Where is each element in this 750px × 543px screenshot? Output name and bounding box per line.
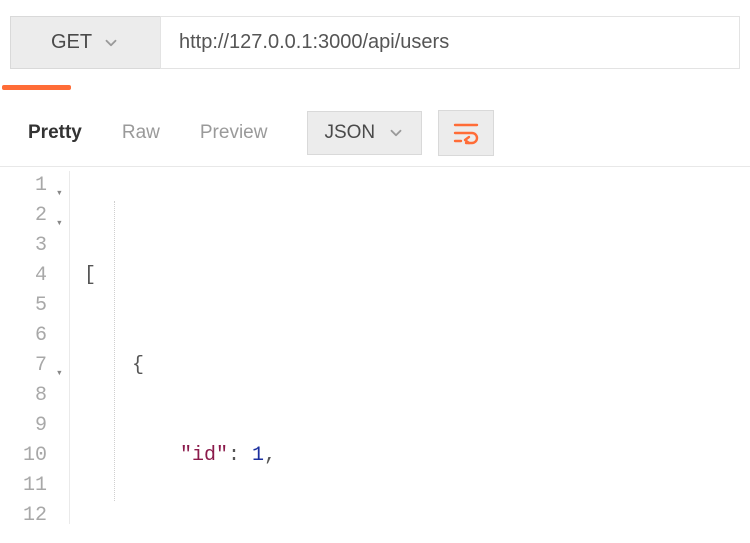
wrap-lines-button[interactable]: [438, 110, 494, 156]
tab-pretty[interactable]: Pretty: [10, 112, 100, 154]
code-content: [ { "id": 1, "name": "小明", "age": 18 }, …: [70, 171, 750, 524]
response-body-viewer[interactable]: 1 2 3 4 5 6 7 8 9 10 11 12 [ { "id": 1, …: [0, 167, 750, 524]
format-dropdown-label: JSON: [324, 122, 375, 144]
gutter-line: 7: [0, 351, 63, 381]
gutter-line: 5: [0, 291, 63, 321]
wrap-icon: [452, 120, 480, 146]
gutter-line: 8: [0, 381, 63, 411]
progress-indicator: [2, 85, 71, 90]
gutter-line: 11: [0, 471, 63, 501]
tab-preview[interactable]: Preview: [182, 112, 286, 154]
gutter-line: 6: [0, 321, 63, 351]
gutter-line: 2: [0, 201, 63, 231]
chevron-down-icon: [387, 124, 405, 142]
tab-raw[interactable]: Raw: [104, 112, 178, 154]
line-gutter: 1 2 3 4 5 6 7 8 9 10 11 12: [0, 171, 70, 524]
format-dropdown[interactable]: JSON: [307, 111, 422, 155]
gutter-line: 10: [0, 441, 63, 471]
request-url-input[interactable]: [160, 16, 740, 69]
chevron-down-icon: [102, 34, 120, 52]
gutter-line: 1: [0, 171, 63, 201]
http-method-label: GET: [51, 31, 92, 54]
http-method-dropdown[interactable]: GET: [10, 16, 160, 69]
gutter-line: 3: [0, 231, 63, 261]
gutter-line: 12: [0, 501, 63, 524]
gutter-line: 9: [0, 411, 63, 441]
gutter-line: 4: [0, 261, 63, 291]
